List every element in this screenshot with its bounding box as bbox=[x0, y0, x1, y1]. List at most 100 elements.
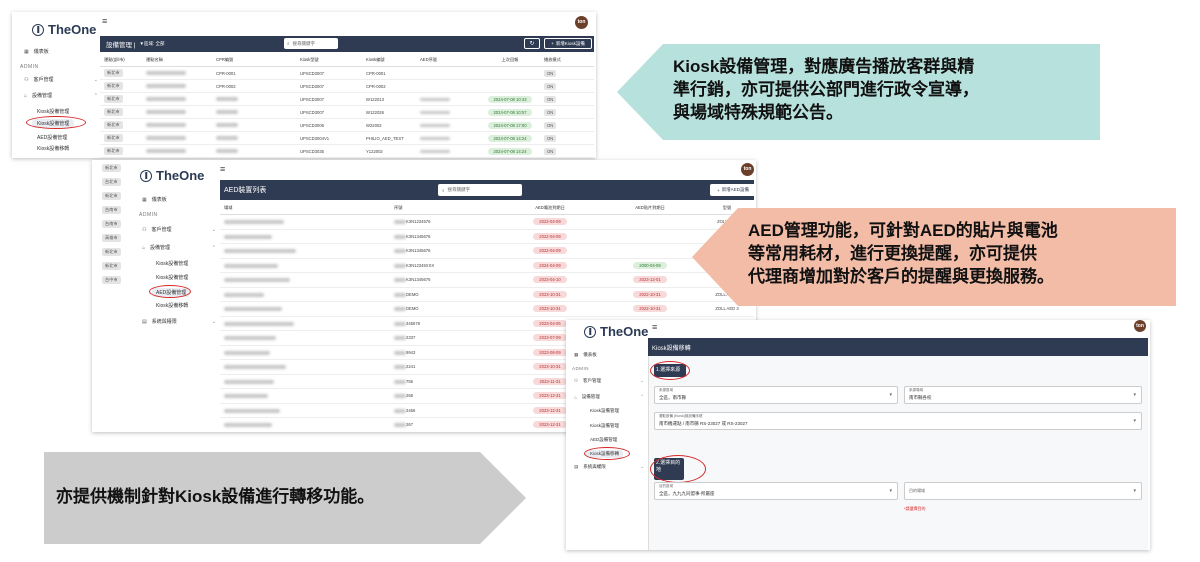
blurred-sn-prefix bbox=[394, 278, 406, 283]
nav-dashboard[interactable]: ▦ 儀表板 bbox=[574, 352, 597, 358]
callout-aed-text: AED管理功能，可針對AED的貼片與電池 等常用耗材，進行更換提醒，亦可提供 代… bbox=[748, 220, 1058, 289]
source-device-select[interactable]: 選取設備 (Kiosk)與設備序號 南市機運點 / 南市縣 RS-23027 或… bbox=[654, 412, 1142, 430]
table-row[interactable]: 新北市 UPSCD3007 W122026 2024-07-08 10:57 ON bbox=[100, 105, 594, 119]
nav-device[interactable]: ⌂ 設備管理 ⌃ bbox=[24, 92, 98, 100]
menu-icon[interactable]: ≡ bbox=[102, 16, 107, 26]
menu-icon[interactable]: ≡ bbox=[220, 164, 225, 174]
nav-system[interactable]: ▤ 系統與權限 ⌄ bbox=[142, 318, 216, 326]
mode-toggle[interactable]: ON bbox=[544, 134, 557, 142]
col-site[interactable]: 場域 bbox=[220, 202, 390, 215]
table-row[interactable]: K3N1345676 2023-04-10 2023-12-01 bbox=[220, 272, 754, 288]
avatar[interactable]: ton bbox=[575, 16, 588, 29]
battery-expiry: 2022-04-09 bbox=[533, 247, 567, 255]
mode-toggle[interactable]: ON bbox=[544, 69, 557, 77]
col-cpr[interactable]: CPR編號 bbox=[212, 54, 296, 67]
nav-device[interactable]: ⌂ 設備管理 ⌃ bbox=[574, 394, 644, 400]
table-row[interactable]: DEMO2023-10-312022-10-31ZOLL AED 3 bbox=[220, 287, 754, 302]
table-row[interactable]: K3N1345676 2022-04-09 bbox=[220, 229, 754, 244]
sub-kiosk-device[interactable]: Kiosk設備管理 bbox=[32, 119, 75, 128]
model-value: UPSCD3007 bbox=[300, 109, 324, 115]
blurred-sn-prefix bbox=[394, 220, 406, 225]
source-site-select[interactable]: 來源場域 南市縣各校 ▾ bbox=[904, 386, 1142, 404]
col-region[interactable]: 運點(部/市) bbox=[100, 54, 142, 67]
nav-device[interactable]: ⌂ 設備管理 ⌃ bbox=[142, 244, 216, 252]
col-aed[interactable]: AED序號 bbox=[416, 54, 480, 67]
sub-kiosk-ad[interactable]: Kiosk設備管理 bbox=[156, 260, 188, 267]
transfer-title: Kiosk設備移轉 bbox=[652, 345, 691, 352]
sub-kiosk-transfer[interactable]: Kiosk設備移轉 bbox=[37, 145, 69, 152]
brand-logo[interactable]: TheOne bbox=[32, 22, 96, 37]
table-row[interactable]: 新北市 CPR-0001 UPSCD3007 CPR-0001 ON bbox=[100, 66, 594, 80]
model-value: UPSCD3007 bbox=[300, 70, 324, 76]
pad-expiry: 2023-12-01 bbox=[633, 276, 667, 284]
table-row[interactable]: 新北市 CPR-0002 UPSCD3007 CPR-0002 ON bbox=[100, 79, 594, 93]
mode-toggle[interactable]: ON bbox=[544, 95, 557, 103]
region-pill: 新北市 bbox=[104, 95, 123, 103]
mode-toggle[interactable]: ON bbox=[544, 82, 557, 90]
kiosk-search-input[interactable]: ⌕ 搜尋關鍵字 bbox=[284, 38, 338, 49]
search-icon: ⌕ bbox=[287, 41, 290, 46]
blurred-site bbox=[146, 71, 186, 76]
sub-kiosk-device[interactable]: Kiosk設備管理 bbox=[156, 274, 188, 281]
col-pad[interactable]: AED電池到期日 bbox=[500, 202, 600, 215]
add-kiosk-button[interactable]: + 新增Kiosk設備 bbox=[544, 38, 592, 49]
battery-expiry: 2023-12-31 bbox=[533, 392, 567, 400]
col-report[interactable]: 上次回報 bbox=[480, 54, 540, 67]
nav-label: 設備管理 bbox=[32, 93, 53, 99]
mode-toggle[interactable]: ON bbox=[544, 108, 557, 116]
mode-toggle[interactable]: ON bbox=[544, 121, 557, 129]
nav-dashboard[interactable]: ▦ 儀表板 bbox=[142, 196, 167, 204]
menu-icon[interactable]: ≡ bbox=[652, 322, 657, 332]
blurred-cpr bbox=[216, 123, 238, 128]
mode-toggle[interactable]: ON bbox=[544, 147, 557, 155]
sn-value: 267 bbox=[406, 422, 413, 428]
add-aed-button[interactable]: + 新增AED設備 bbox=[710, 184, 756, 196]
brand-logo[interactable]: TheOne bbox=[140, 168, 204, 183]
blurred-sn-prefix bbox=[394, 423, 406, 428]
region-pill: 新北市 bbox=[102, 192, 121, 200]
refresh-button[interactable]: ↻ bbox=[524, 38, 540, 49]
table-row[interactable]: K3N12345XXX 2024-04-09 2000-04-09 bbox=[220, 258, 754, 273]
sub-kiosk-device[interactable]: Kiosk設備管理 bbox=[590, 423, 619, 429]
source-region-select[interactable]: 來源區域 全區，南市縣 ▾ bbox=[654, 386, 898, 404]
sub-kiosk-ad[interactable]: Kiosk設備管理 bbox=[590, 408, 619, 414]
sub-kiosk-transfer[interactable]: Kiosk設備移轉 bbox=[586, 450, 624, 458]
avatar[interactable]: ton bbox=[1134, 320, 1146, 332]
aed-search-input[interactable]: ⌕ 搜尋關鍵字 bbox=[438, 184, 522, 196]
table-row[interactable]: 新北市 UPSCD3035 Y122002 2024-07-08 14:24 ON bbox=[100, 144, 594, 158]
kiosk-no-value: CPR-0002 bbox=[366, 83, 386, 89]
nav-customer[interactable]: ⚇ 客戶管理 ⌄ bbox=[142, 226, 216, 234]
col-no[interactable]: Kiosk編號 bbox=[362, 54, 416, 67]
destination-region-select[interactable]: 目的區域 全區，九九九同盟事-所屬座 ▾ bbox=[654, 482, 898, 500]
nav-customer[interactable]: ⚇ 客戶管理 ⌄ bbox=[24, 76, 98, 84]
col-site[interactable]: 運點名稱 bbox=[142, 54, 212, 67]
sub-kiosk-ad[interactable]: Kiosk設備管理 bbox=[37, 108, 69, 115]
col-sn[interactable]: 序號 bbox=[390, 202, 500, 215]
sub-aed-device[interactable]: AED設備管理 bbox=[37, 134, 67, 141]
table-row[interactable]: DEMO2023-10-312022-10-31ZOLL AED 3 bbox=[220, 301, 754, 317]
col-mode[interactable]: 播放模式 bbox=[540, 54, 594, 67]
destination-site-select[interactable]: 目的場域 ▾ bbox=[904, 482, 1142, 500]
table-row[interactable]: K3N12345762022-04-09ZOLL AED bbox=[220, 214, 754, 230]
col-batt[interactable]: AED貼片到期日 bbox=[600, 202, 700, 215]
nav-system[interactable]: ▤ 系統與權限 ⌄ bbox=[574, 464, 644, 470]
avatar[interactable]: ton bbox=[741, 163, 754, 176]
callout-transfer-text: 亦提供機制針對Kiosk設備進行轉移功能。 bbox=[56, 487, 375, 506]
col-model[interactable]: Kiosk型號 bbox=[296, 54, 362, 67]
admin-label: ADMIN bbox=[572, 366, 589, 371]
nav-dashboard[interactable]: ▦ 儀表板 bbox=[24, 48, 49, 56]
region-pill: 新北市 bbox=[104, 69, 123, 77]
logo-icon bbox=[140, 169, 152, 182]
callout-aed: AED管理功能，可針對AED的貼片與電池 等常用耗材，進行更換提醒，亦可提供 代… bbox=[692, 208, 1176, 306]
table-row[interactable]: 新北市 UPSCD3006 W22002 2024-07-08 17:00 ON bbox=[100, 118, 594, 132]
sub-aed-device[interactable]: AED設備管理 bbox=[152, 288, 191, 297]
table-row[interactable]: 新北市 UPSCD3007 W122013 2024-07-08 10:43 ON bbox=[100, 92, 594, 106]
table-row[interactable]: 新北市 UPSCD3004V1 PHILIO_AED_TEST 2024-07-08 … bbox=[100, 131, 594, 145]
brand-logo[interactable]: TheOne bbox=[584, 324, 648, 339]
table-row[interactable]: K3N1345676 2022-04-09 bbox=[220, 243, 754, 259]
battery-expiry: 2023-12-31 bbox=[533, 406, 567, 414]
sub-kiosk-transfer[interactable]: Kiosk設備移轉 bbox=[156, 302, 188, 309]
region-filter[interactable]: ▼區域: 全部 bbox=[140, 41, 165, 47]
sub-aed-device[interactable]: AED設備管理 bbox=[590, 437, 617, 443]
nav-customer[interactable]: ⚇ 客戶管理 ⌄ bbox=[574, 378, 644, 384]
